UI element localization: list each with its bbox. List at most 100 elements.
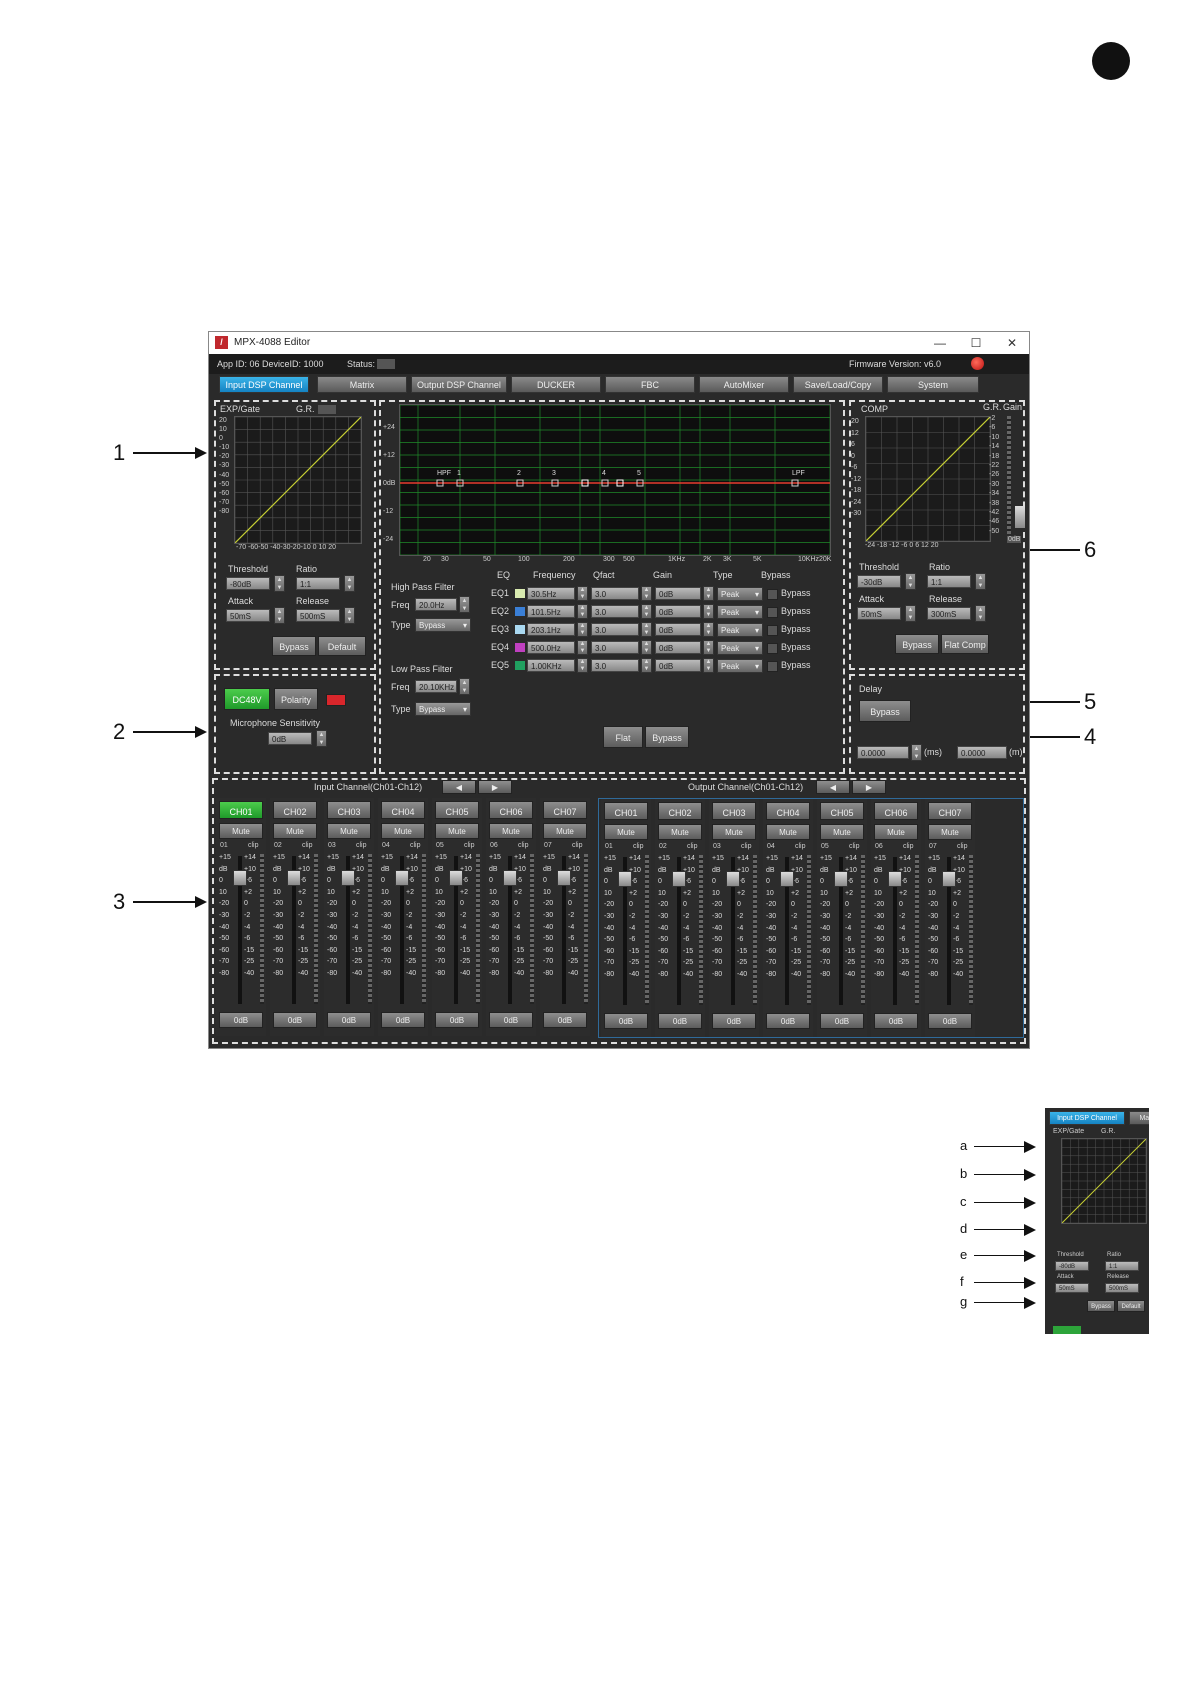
threshold-field[interactable]: -80dB <box>226 577 270 590</box>
eq-bypass-checkbox[interactable] <box>767 589 778 600</box>
comp-release-field[interactable]: 300mS <box>927 607 971 620</box>
eq-gain-spinner[interactable]: ▲ ▼ <box>703 658 714 673</box>
gain-reset-button[interactable]: 0dB <box>435 1012 479 1028</box>
eq-qfact-spinner[interactable]: ▲ ▼ <box>641 658 652 673</box>
channel-select-button[interactable]: CH07 <box>543 801 587 819</box>
tab-system[interactable]: System <box>887 376 979 393</box>
mic-sensitivity-spinner[interactable]: ▲ ▼ <box>316 730 327 747</box>
tab-save-load-copy[interactable]: Save/Load/Copy <box>793 376 883 393</box>
channel-select-button[interactable]: CH03 <box>327 801 371 819</box>
channel-select-button[interactable]: CH06 <box>874 802 918 820</box>
gain-reset-button[interactable]: 0dB <box>273 1012 317 1028</box>
channel-select-button[interactable]: CH04 <box>766 802 810 820</box>
eq-type-select[interactable]: Peak <box>717 659 763 674</box>
eq-gain-field[interactable]: 0dB <box>655 623 701 636</box>
eq-gain-spinner[interactable]: ▲ ▼ <box>703 604 714 619</box>
comp-flat-comp-button[interactable]: Flat Comp <box>941 634 989 654</box>
gain-reset-button[interactable]: 0dB <box>928 1013 972 1029</box>
fader-knob[interactable] <box>557 870 571 886</box>
mute-button[interactable]: Mute <box>658 824 702 840</box>
gain-reset-button[interactable]: 0dB <box>604 1013 648 1029</box>
mute-button[interactable]: Mute <box>766 824 810 840</box>
eq-frequency-spinner[interactable]: ▲ ▼ <box>577 604 588 619</box>
delay-m-field[interactable]: 0.0000 <box>957 746 1007 759</box>
comp-ratio-field[interactable]: 1:1 <box>927 575 971 588</box>
eq-frequency-field[interactable]: 203.1Hz <box>527 623 575 636</box>
hpf-type-select[interactable]: Bypass <box>415 618 471 633</box>
tab-automixer[interactable]: AutoMixer <box>699 376 789 393</box>
eq-qfact-field[interactable]: 3.0 <box>591 623 639 636</box>
channel-select-button[interactable]: CH06 <box>489 801 533 819</box>
eq-bypass-checkbox[interactable] <box>767 643 778 654</box>
tab-matrix[interactable]: Matrix <box>317 376 407 393</box>
eq-gain-spinner[interactable]: ▲ ▼ <box>703 640 714 655</box>
lpf-type-select[interactable]: Bypass <box>415 702 471 717</box>
output-prev-button[interactable]: ◀ <box>816 780 850 794</box>
dc48v-button[interactable]: DC48V <box>224 688 270 710</box>
attack-field[interactable]: 50mS <box>226 609 270 622</box>
eq-frequency-field[interactable]: 1.00KHz <box>527 659 575 672</box>
maximize-button[interactable]: ☐ <box>965 334 987 352</box>
channel-select-button[interactable]: CH03 <box>712 802 756 820</box>
hpf-freq-field[interactable]: 20.0Hz <box>415 598 457 611</box>
eq-flat-button[interactable]: Flat <box>603 726 643 748</box>
fader-knob[interactable] <box>834 871 848 887</box>
gain-reset-button[interactable]: 0dB <box>658 1013 702 1029</box>
eq-qfact-spinner[interactable]: ▲ ▼ <box>641 604 652 619</box>
eq-bypass-checkbox[interactable] <box>767 661 778 672</box>
comp-threshold-field[interactable]: -30dB <box>857 575 901 588</box>
ratio-spinner[interactable]: ▲ ▼ <box>344 575 355 592</box>
eq-gain-spinner[interactable]: ▲ ▼ <box>703 586 714 601</box>
eq-bypass-checkbox[interactable] <box>767 607 778 618</box>
fader-knob[interactable] <box>233 870 247 886</box>
fader-knob[interactable] <box>672 871 686 887</box>
release-spinner[interactable]: ▲ ▼ <box>344 607 355 624</box>
eq-gain-spinner[interactable]: ▲ ▼ <box>703 622 714 637</box>
gain-reset-button[interactable]: 0dB <box>820 1013 864 1029</box>
tab-output-dsp-channel[interactable]: Output DSP Channel <box>411 376 507 393</box>
lpf-freq-spinner[interactable]: ▲ ▼ <box>459 678 470 695</box>
channel-select-button[interactable]: CH05 <box>435 801 479 819</box>
fader-knob[interactable] <box>888 871 902 887</box>
eq-gain-field[interactable]: 0dB <box>655 605 701 618</box>
mute-button[interactable]: Mute <box>219 823 263 839</box>
channel-select-button[interactable]: CH04 <box>381 801 425 819</box>
fader-knob[interactable] <box>942 871 956 887</box>
mute-button[interactable]: Mute <box>604 824 648 840</box>
eq-frequency-spinner[interactable]: ▲ ▼ <box>577 622 588 637</box>
mute-button[interactable]: Mute <box>543 823 587 839</box>
eq-qfact-spinner[interactable]: ▲ ▼ <box>641 586 652 601</box>
gain-reset-button[interactable]: 0dB <box>489 1012 533 1028</box>
fader-knob[interactable] <box>449 870 463 886</box>
eq-type-select[interactable]: Peak <box>717 641 763 656</box>
eq-gain-field[interactable]: 0dB <box>655 659 701 672</box>
mute-button[interactable]: Mute <box>489 823 533 839</box>
delay-bypass-button[interactable]: Bypass <box>859 700 911 722</box>
mute-button[interactable]: Mute <box>327 823 371 839</box>
comp-bypass-button[interactable]: Bypass <box>895 634 939 654</box>
eq-qfact-field[interactable]: 3.0 <box>591 641 639 654</box>
eq-bypass-checkbox[interactable] <box>767 625 778 636</box>
mute-button[interactable]: Mute <box>928 824 972 840</box>
eq-gain-field[interactable]: 0dB <box>655 641 701 654</box>
eq-qfact-field[interactable]: 3.0 <box>591 659 639 672</box>
input-prev-button[interactable]: ◀ <box>442 780 476 794</box>
mute-button[interactable]: Mute <box>435 823 479 839</box>
comp-attack-field[interactable]: 50mS <box>857 607 901 620</box>
comp-ratio-spinner[interactable]: ▲ ▼ <box>975 573 986 590</box>
eq-type-select[interactable]: Peak <box>717 587 763 602</box>
eq-qfact-field[interactable]: 3.0 <box>591 587 639 600</box>
eq-type-select[interactable]: Peak <box>717 605 763 620</box>
eq-qfact-spinner[interactable]: ▲ ▼ <box>641 622 652 637</box>
fader-knob[interactable] <box>618 871 632 887</box>
exp-gate-default-button[interactable]: Default <box>318 636 366 656</box>
gain-reset-button[interactable]: 0dB <box>543 1012 587 1028</box>
eq-gain-field[interactable]: 0dB <box>655 587 701 600</box>
gain-reset-button[interactable]: 0dB <box>219 1012 263 1028</box>
minimize-button[interactable]: — <box>929 334 951 352</box>
mute-button[interactable]: Mute <box>381 823 425 839</box>
eq-frequency-spinner[interactable]: ▲ ▼ <box>577 586 588 601</box>
gain-reset-button[interactable]: 0dB <box>381 1012 425 1028</box>
fader-knob[interactable] <box>395 870 409 886</box>
fader-knob[interactable] <box>287 870 301 886</box>
